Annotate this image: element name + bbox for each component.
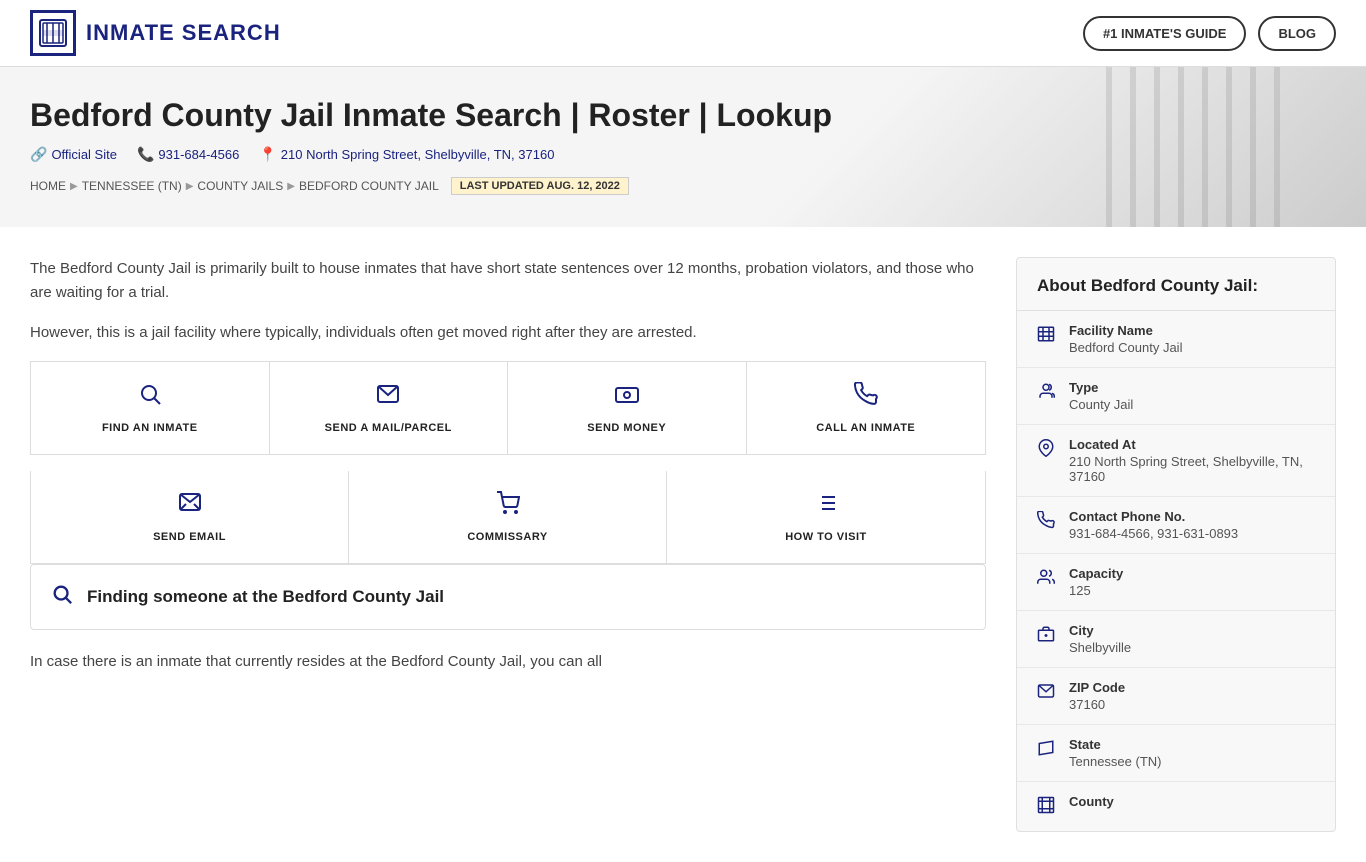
action-send-email[interactable]: SEND EMAIL (31, 471, 349, 563)
call-inmate-icon (854, 382, 878, 412)
type-icon (1037, 382, 1055, 405)
zip-icon (1037, 682, 1055, 705)
main-content: The Bedford County Jail is primarily bui… (30, 257, 1016, 832)
zip-label: ZIP Code (1069, 680, 1125, 695)
action-commissary[interactable]: COMMISSARY (349, 471, 667, 563)
search-box[interactable]: Finding someone at the Bedford County Ja… (30, 564, 986, 630)
link-icon: 🔗 (30, 146, 47, 163)
breadcrumb-sep1: ▶ (70, 181, 78, 192)
logo-link[interactable]: INMATE SEARCH (30, 10, 281, 56)
action-find-inmate[interactable]: FIND AN INMATE (31, 362, 270, 454)
blog-button[interactable]: BLOG (1258, 16, 1336, 51)
action-grid-row1: FIND AN INMATE SEND A MAIL/PARCEL (30, 361, 986, 455)
sidebar-item-facility-name: Facility Name Bedford County Jail (1017, 311, 1335, 368)
capacity-label: Capacity (1069, 566, 1123, 581)
breadcrumb-sep3: ▶ (287, 181, 295, 192)
zip-value: 37160 (1069, 697, 1125, 712)
breadcrumb-home[interactable]: HOME (30, 179, 66, 193)
send-money-icon (615, 382, 639, 412)
state-label: State (1069, 737, 1161, 752)
main-layout: The Bedford County Jail is primarily bui… (0, 227, 1366, 862)
logo-icon (30, 10, 76, 56)
breadcrumb-current: BEDFORD COUNTY JAIL (299, 179, 439, 193)
send-money-label: SEND MONEY (587, 422, 666, 434)
state-icon (1037, 739, 1055, 762)
capacity-value: 125 (1069, 583, 1123, 598)
send-email-icon (178, 491, 202, 521)
phone-info: 📞 931-684-4566 (137, 146, 239, 163)
facility-icon (1037, 325, 1055, 348)
logo-text: INMATE SEARCH (86, 20, 281, 46)
header-nav: #1 INMATE'S GUIDE BLOG (1083, 16, 1336, 51)
sidebar-card: About Bedford County Jail: Facility Name… (1016, 257, 1336, 832)
phone-icon: 📞 (137, 146, 154, 163)
action-how-to-visit[interactable]: HOW TO VISIT (667, 471, 985, 563)
sidebar: About Bedford County Jail: Facility Name… (1016, 257, 1336, 832)
location-icon: 📍 (259, 146, 276, 163)
facility-name-value: Bedford County Jail (1069, 340, 1182, 355)
official-site-link[interactable]: 🔗 Official Site (30, 146, 117, 163)
phone-label: Contact Phone No. (1069, 509, 1238, 524)
send-mail-label: SEND A MAIL/PARCEL (325, 422, 452, 434)
send-email-label: SEND EMAIL (153, 531, 226, 543)
search-box-icon (51, 583, 73, 611)
inmates-guide-button[interactable]: #1 INMATE'S GUIDE (1083, 16, 1246, 51)
city-value: Shelbyville (1069, 640, 1131, 655)
breadcrumb-county-jails[interactable]: COUNTY JAILS (197, 179, 283, 193)
commissary-label: COMMISSARY (467, 531, 547, 543)
type-label: Type (1069, 380, 1133, 395)
sidebar-item-phone: Contact Phone No. 931-684-4566, 931-631-… (1017, 497, 1335, 554)
address-info: 📍 210 North Spring Street, Shelbyville, … (259, 146, 554, 163)
last-updated-badge: LAST UPDATED AUG. 12, 2022 (451, 177, 629, 195)
county-label: County (1069, 794, 1114, 809)
how-to-visit-icon (814, 491, 838, 521)
located-at-value: 210 North Spring Street, Shelbyville, TN… (1069, 454, 1315, 484)
hero-section: Bedford County Jail Inmate Search | Rost… (0, 67, 1366, 227)
facility-name-label: Facility Name (1069, 323, 1182, 338)
sidebar-item-type: Type County Jail (1017, 368, 1335, 425)
header: INMATE SEARCH #1 INMATE'S GUIDE BLOG (0, 0, 1366, 67)
action-call-inmate[interactable]: CALL AN INMATE (747, 362, 986, 454)
capacity-icon (1037, 568, 1055, 591)
contact-phone-icon (1037, 511, 1055, 534)
commissary-icon (496, 491, 520, 521)
county-icon (1037, 796, 1055, 819)
find-inmate-label: FIND AN INMATE (102, 422, 198, 434)
sidebar-item-county: County (1017, 782, 1335, 831)
action-grid-row2: SEND EMAIL COMMISSARY (30, 471, 986, 564)
state-value: Tennessee (TN) (1069, 754, 1161, 769)
sidebar-item-state: State Tennessee (TN) (1017, 725, 1335, 782)
action-send-mail[interactable]: SEND A MAIL/PARCEL (270, 362, 509, 454)
search-box-text: Finding someone at the Bedford County Ja… (87, 587, 444, 607)
phone-value: 931-684-4566, 931-631-0893 (1069, 526, 1238, 541)
sidebar-title: About Bedford County Jail: (1017, 258, 1335, 311)
action-send-money[interactable]: SEND MONEY (508, 362, 747, 454)
location-pin-icon (1037, 439, 1055, 462)
breadcrumb-sep2: ▶ (186, 181, 194, 192)
sidebar-item-located-at: Located At 210 North Spring Street, Shel… (1017, 425, 1335, 497)
intro-para1: The Bedford County Jail is primarily bui… (30, 257, 986, 305)
hero-background-decoration (1106, 67, 1306, 227)
call-inmate-label: CALL AN INMATE (816, 422, 915, 434)
located-at-label: Located At (1069, 437, 1315, 452)
content-text: In case there is an inmate that currentl… (30, 650, 986, 674)
send-mail-icon (376, 382, 400, 412)
how-to-visit-label: HOW TO VISIT (785, 531, 867, 543)
city-label: City (1069, 623, 1131, 638)
sidebar-item-city: City Shelbyville (1017, 611, 1335, 668)
sidebar-item-capacity: Capacity 125 (1017, 554, 1335, 611)
breadcrumb-state[interactable]: TENNESSEE (TN) (82, 179, 182, 193)
city-icon (1037, 625, 1055, 648)
type-value: County Jail (1069, 397, 1133, 412)
intro-para2: However, this is a jail facility where t… (30, 321, 986, 345)
sidebar-item-zip: ZIP Code 37160 (1017, 668, 1335, 725)
find-inmate-icon (138, 382, 162, 412)
